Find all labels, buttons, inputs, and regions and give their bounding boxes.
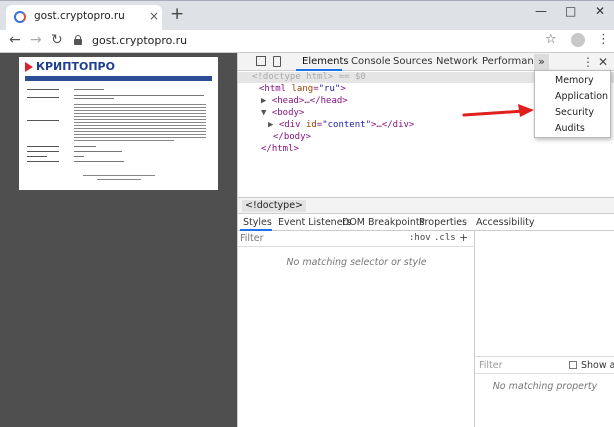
reload-icon[interactable]: ↻ (51, 33, 63, 47)
info-value (74, 119, 206, 120)
info-value (74, 128, 206, 129)
page-footer (83, 175, 155, 176)
computed-pane: Filter Show all No matching property (475, 231, 614, 427)
tab-close-icon[interactable]: × (149, 9, 159, 23)
styles-filter-row: :hov .cls + (238, 231, 475, 247)
info-value (74, 116, 206, 117)
devtools-panel: Elements Console Sources Network Perform… (237, 53, 614, 427)
menu-item-security[interactable]: Security (535, 105, 610, 121)
page-document: КРИПТОПРО (19, 57, 218, 190)
menu-item-audits[interactable]: Audits (535, 121, 610, 137)
computed-filter-input[interactable]: Filter (479, 360, 503, 371)
info-value (74, 113, 206, 114)
tab-dom-breakpoints[interactable]: DOM Breakpoints (342, 217, 425, 228)
info-value (74, 122, 206, 123)
computed-filter-row: Filter Show all (475, 356, 614, 374)
info-value (74, 137, 206, 138)
tab-accessibility[interactable]: Accessibility (476, 217, 534, 228)
info-key (27, 161, 59, 162)
address-bar[interactable]: gost.cryptopro.ru (70, 32, 534, 50)
styles-filter-input[interactable] (240, 232, 380, 245)
lock-icon[interactable] (74, 35, 82, 45)
browser-tab[interactable]: gost.cryptopro.ru × (6, 5, 162, 31)
new-tab-button[interactable]: + (170, 6, 184, 23)
info-value (74, 98, 114, 99)
breadcrumb: <!doctype> (238, 197, 614, 214)
menu-item-memory[interactable]: Memory (535, 73, 610, 89)
info-key (27, 120, 59, 121)
tab-event-listeners[interactable]: Event Listeners (278, 217, 351, 228)
site-favicon-icon (14, 11, 26, 23)
forward-arrow-icon[interactable]: → (30, 33, 42, 47)
info-value (74, 125, 206, 126)
maximize-button[interactable]: □ (565, 4, 576, 18)
show-all-label[interactable]: Show all (581, 360, 614, 371)
class-toggle[interactable]: .cls (434, 233, 456, 243)
logo-triangle-icon (25, 62, 33, 72)
info-value (74, 156, 84, 157)
url-text[interactable]: gost.cryptopro.ru (92, 34, 187, 47)
tab-properties[interactable]: Properties (419, 217, 467, 228)
browser-menu-icon[interactable]: ⋮ (597, 32, 610, 47)
computed-empty-message: No matching property (492, 381, 598, 392)
more-tabs-menu: Memory Application Security Audits (534, 70, 611, 138)
info-key (27, 89, 59, 90)
info-value (74, 140, 174, 141)
back-arrow-icon[interactable]: ← (9, 33, 21, 47)
sidebar-tab-bar: Styles Event Listeners DOM Breakpoints P… (238, 214, 614, 231)
info-key (27, 156, 47, 157)
info-value (74, 151, 122, 152)
tab-strip: gost.cryptopro.ru × + — □ ✕ (0, 0, 614, 31)
breadcrumb-doctype[interactable]: <!doctype> (242, 200, 307, 212)
minimize-button[interactable]: — (535, 4, 547, 18)
info-value (74, 104, 206, 105)
page-viewport: КРИПТОПРО (0, 53, 237, 427)
bookmark-star-icon[interactable]: ☆ (545, 32, 557, 47)
profile-avatar-icon[interactable] (571, 33, 585, 47)
tab-title: gost.cryptopro.ru (34, 10, 125, 22)
info-key (27, 97, 59, 98)
menu-item-application[interactable]: Application (535, 89, 610, 105)
info-key (27, 146, 59, 147)
page-footer (97, 179, 141, 180)
info-value (74, 107, 206, 108)
window-close-button[interactable]: ✕ (595, 4, 605, 18)
info-key (27, 151, 59, 152)
page-header-bar (25, 76, 212, 81)
styles-empty-message: No matching selector or style (286, 257, 427, 268)
new-rule-button[interactable]: + (459, 231, 468, 244)
styles-pane: :hov .cls + No matching selector or styl… (238, 231, 475, 427)
info-value (74, 161, 124, 162)
tab-styles[interactable]: Styles (243, 217, 272, 228)
info-value (74, 95, 204, 96)
logo-text: КРИПТОПРО (36, 60, 115, 73)
hover-state-toggle[interactable]: :hov (409, 233, 431, 243)
browser-toolbar: ← → ↻ gost.cryptopro.ru ☆ ⋮ (0, 30, 614, 53)
info-value (74, 89, 104, 90)
show-all-checkbox[interactable] (569, 361, 577, 369)
info-value (74, 134, 206, 135)
info-value (74, 131, 206, 132)
info-value (74, 110, 206, 111)
info-value (74, 146, 96, 147)
